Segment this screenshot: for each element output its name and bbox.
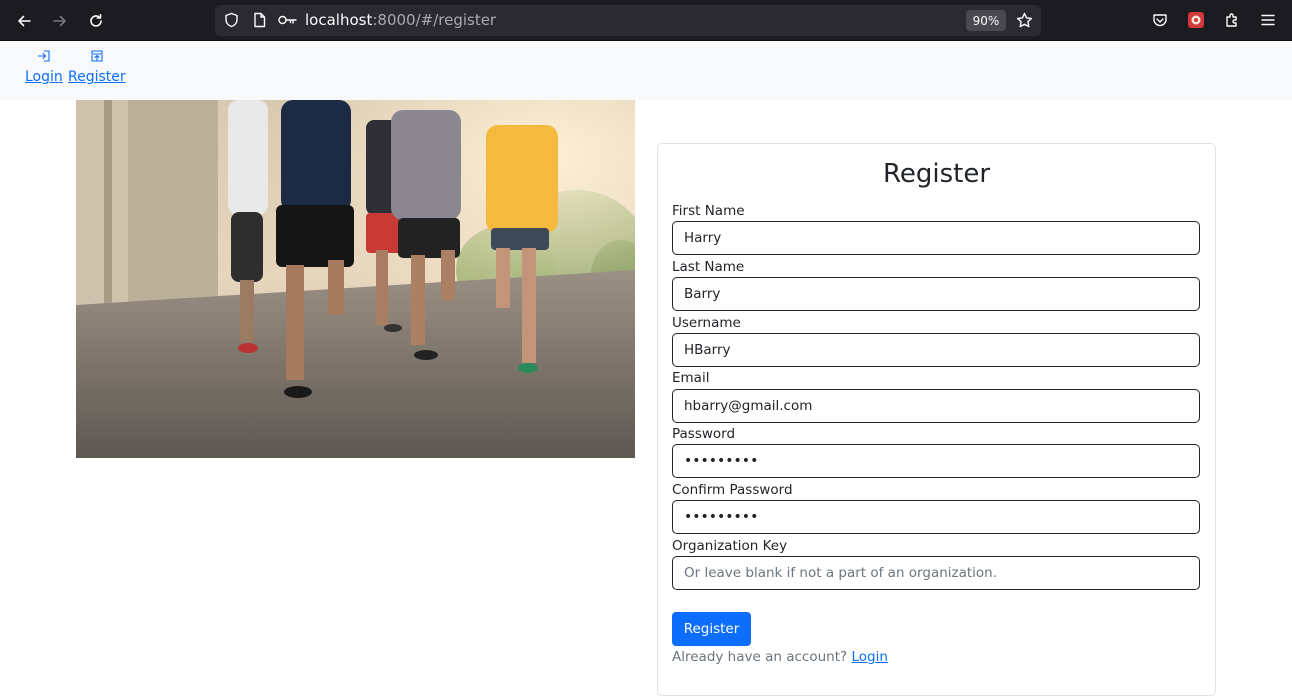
forward-button[interactable] [47, 8, 73, 34]
confirm-password-label: Confirm Password [672, 482, 793, 498]
shield-icon[interactable] [223, 12, 239, 28]
nav-register-label: Register [68, 69, 126, 85]
browser-toolbar: localhost:8000/#/register 90% [0, 0, 1292, 41]
page-icon [251, 12, 267, 28]
menu-hamburger-icon[interactable] [1259, 11, 1277, 29]
url-path: :8000/#/register [372, 11, 497, 29]
arrow-left-icon [18, 15, 31, 27]
nav-login-link[interactable]: Login [25, 47, 63, 85]
back-button[interactable] [11, 8, 37, 34]
extension-badge-icon[interactable] [1186, 10, 1206, 30]
email-input[interactable] [672, 389, 1200, 423]
bookmark-star-icon[interactable] [1015, 11, 1033, 29]
nav-login-label: Login [25, 69, 63, 85]
username-label: Username [672, 315, 741, 331]
first-name-label: First Name [672, 203, 745, 219]
email-label: Email [672, 370, 710, 386]
login-prompt: Already have an account? Login [672, 649, 888, 665]
register-submit-button[interactable]: Register [672, 612, 751, 646]
organization-key-label: Organization Key [672, 538, 788, 554]
key-icon[interactable] [277, 12, 297, 28]
last-name-label: Last Name [672, 259, 745, 275]
login-icon [37, 47, 51, 65]
pocket-icon[interactable] [1151, 11, 1169, 29]
password-label: Password [672, 426, 736, 442]
first-name-input[interactable] [672, 221, 1200, 255]
confirm-password-input[interactable] [672, 500, 1200, 534]
organization-key-input[interactable] [672, 556, 1200, 590]
arrow-right-icon [53, 15, 66, 27]
url-host: localhost [305, 11, 373, 29]
username-input[interactable] [672, 333, 1200, 367]
zoom-level-badge[interactable]: 90% [966, 10, 1006, 31]
last-name-input[interactable] [672, 277, 1200, 311]
app-navbar: Login Register [0, 41, 1292, 100]
password-input[interactable] [672, 444, 1200, 478]
url-text[interactable]: localhost:8000/#/register [305, 11, 496, 29]
runners-hero-image [76, 100, 635, 458]
page-title: Register [882, 159, 991, 189]
login-prompt-text: Already have an account? [672, 649, 852, 665]
url-bar[interactable]: localhost:8000/#/register 90% [215, 5, 1041, 36]
footer-login-link[interactable]: Login [851, 649, 887, 665]
register-card: Register First Name Last Name Username E… [657, 143, 1216, 696]
extensions-puzzle-icon[interactable] [1223, 10, 1241, 30]
reload-button[interactable] [83, 8, 109, 34]
register-icon [90, 47, 104, 65]
reload-icon [90, 14, 102, 27]
nav-register-link[interactable]: Register [68, 47, 126, 85]
